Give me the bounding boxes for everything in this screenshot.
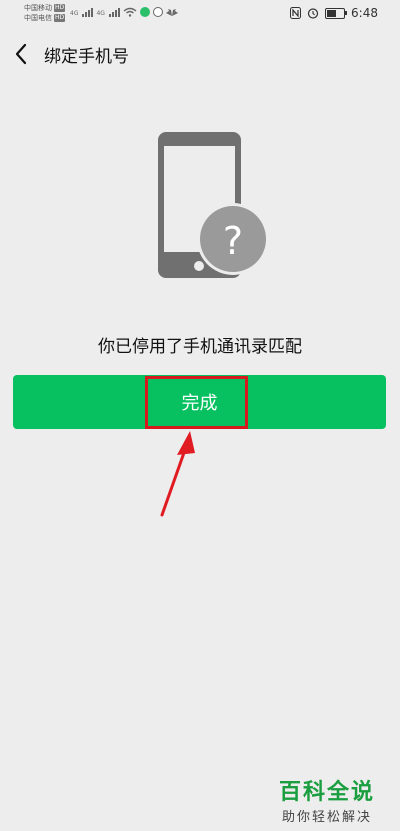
- network-tag: 4G: [96, 10, 105, 17]
- status-message: 你已停用了手机通讯录匹配: [98, 337, 302, 357]
- watermark-title: 百科全说: [278, 780, 375, 805]
- question-mark: ?: [223, 219, 243, 263]
- wifi-icon: [123, 7, 137, 17]
- carrier-label: 中国移动: [24, 4, 52, 12]
- carrier-info: 中国移动 HD 中国电信 HD: [24, 3, 66, 23]
- watermark-subtitle: 助你轻松解决: [281, 810, 372, 825]
- nfc-icon: [290, 7, 302, 19]
- back-button[interactable]: [10, 40, 34, 68]
- signal-icons: 4G 4G: [70, 7, 178, 17]
- network-tag: 4G: [70, 10, 79, 17]
- hd-badge: HD: [54, 14, 66, 22]
- status-bar: 中国移动 HD 中国电信 HD 4G 4G 6:48: [0, 0, 400, 28]
- hd-badge: HD: [54, 4, 66, 12]
- watermark-logo: 百科全说 助你轻松解决: [266, 774, 388, 825]
- app-notification-icon: [139, 7, 150, 17]
- app-notification-icon: [152, 7, 163, 17]
- page-title: 绑定手机号: [44, 47, 129, 67]
- alarm-icon: [307, 8, 319, 19]
- highlight-box: [145, 376, 248, 429]
- phone-question-icon: ?: [158, 132, 269, 278]
- carrier-label: 中国电信: [24, 14, 52, 22]
- back-arrow-icon: [15, 43, 27, 65]
- battery-icon: [325, 7, 348, 19]
- right-status: 6:48: [290, 6, 378, 20]
- app-header: 绑定手机号: [0, 28, 400, 80]
- annotation-arrow-icon: [160, 431, 195, 517]
- clock-time: 6:48: [351, 6, 378, 20]
- signal-icon: [108, 8, 120, 17]
- battery-fill: [327, 9, 337, 17]
- huawei-icon: [165, 9, 178, 16]
- signal-icon: [82, 8, 94, 17]
